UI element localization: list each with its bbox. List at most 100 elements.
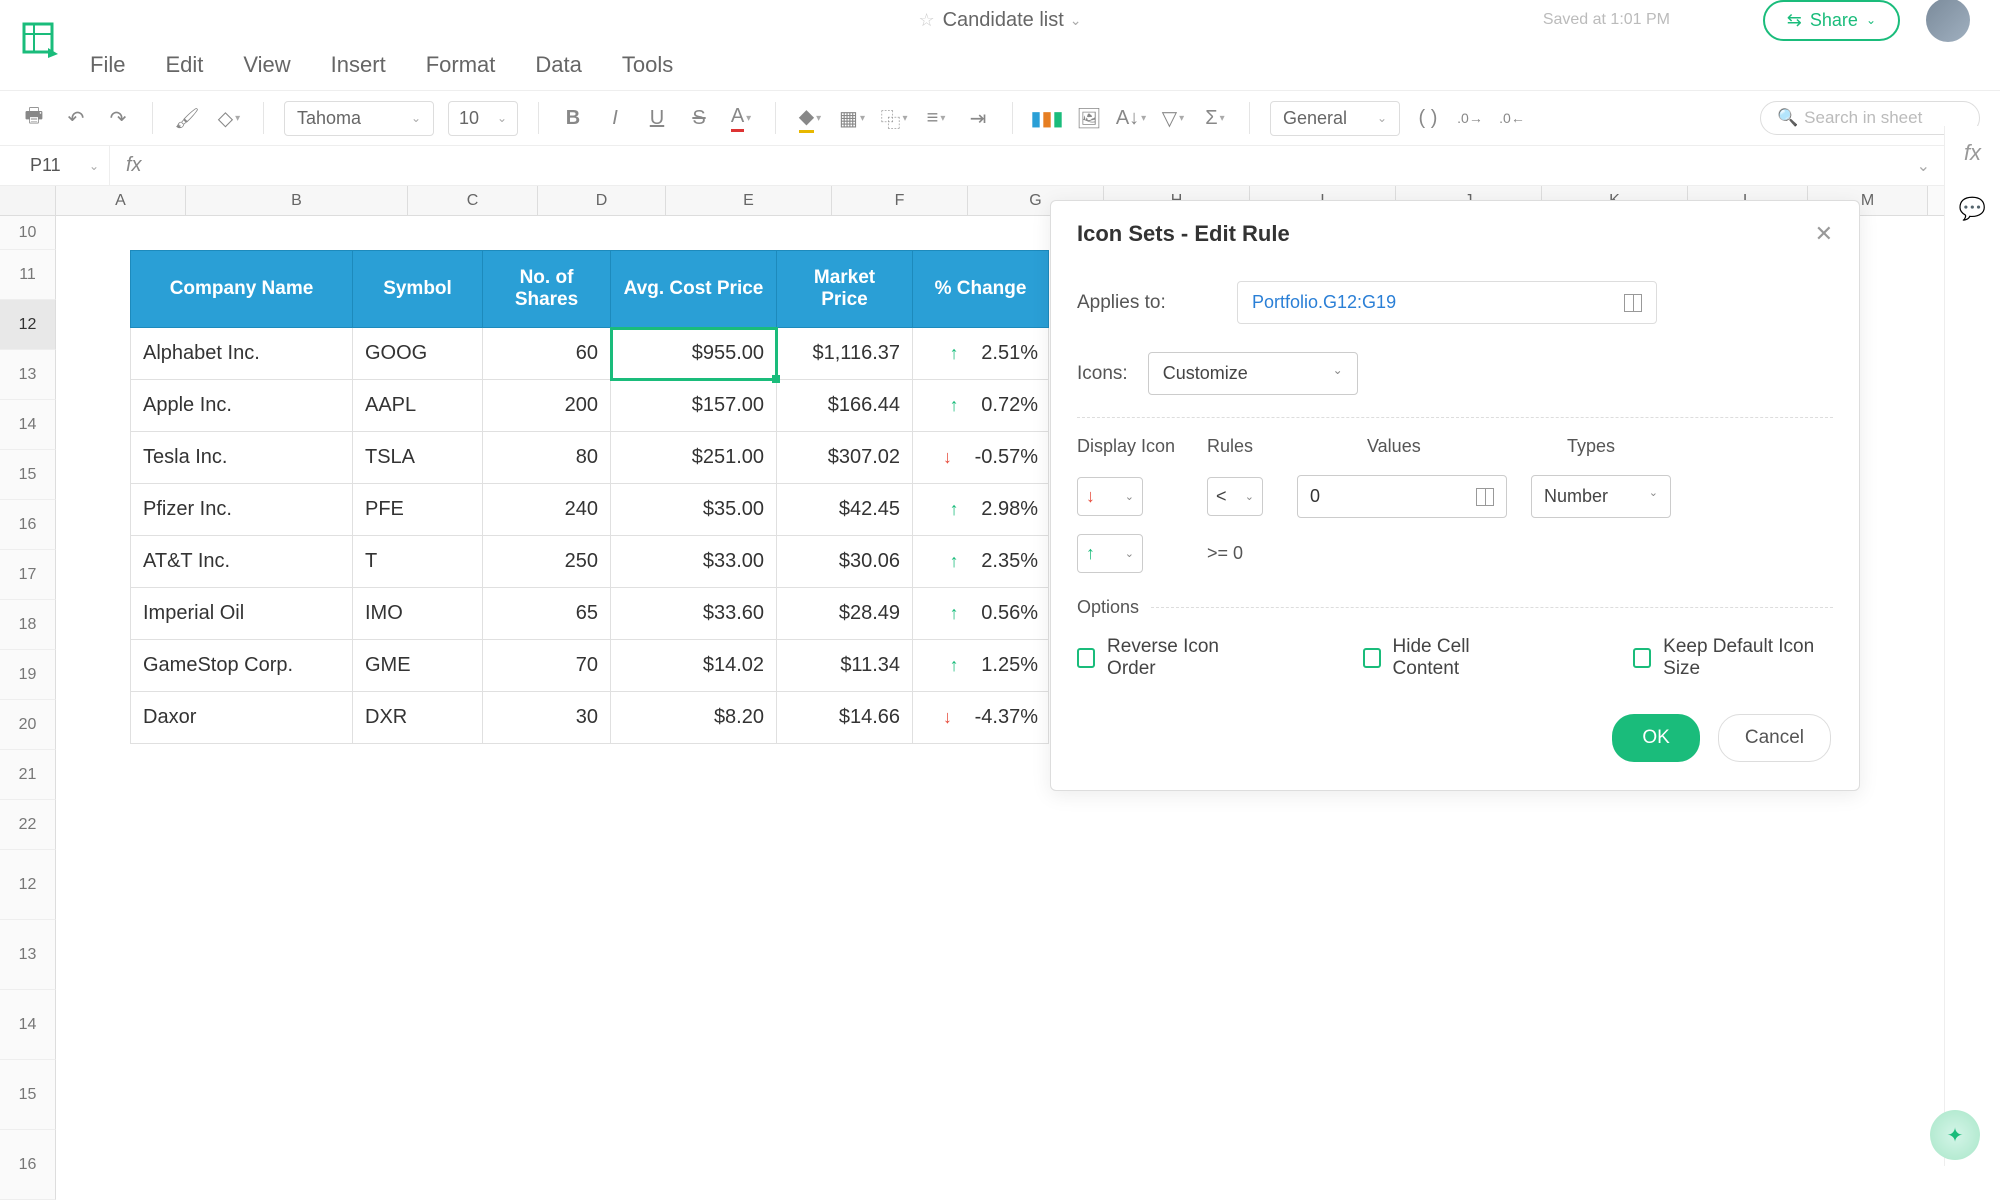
icons-select[interactable]: Customize ⌄ bbox=[1148, 352, 1358, 395]
cell-cost[interactable]: $14.02 bbox=[611, 640, 777, 692]
user-avatar[interactable] bbox=[1926, 0, 1970, 42]
strikethrough-icon[interactable]: S bbox=[685, 104, 713, 132]
clear-format-icon[interactable]: ◇ bbox=[215, 104, 243, 132]
cell-reference-box[interactable]: P11 ⌄ bbox=[0, 146, 110, 185]
number-format-select[interactable]: General⌄ bbox=[1270, 101, 1400, 136]
cell-company[interactable]: GameStop Corp. bbox=[131, 640, 353, 692]
value-input[interactable]: 0 bbox=[1297, 475, 1507, 518]
borders-icon[interactable]: ▦ bbox=[838, 104, 866, 132]
cell-market[interactable]: $1,116.37 bbox=[777, 328, 913, 380]
cell-cost[interactable]: $33.60 bbox=[611, 588, 777, 640]
image-icon[interactable]: 🖼 bbox=[1075, 104, 1103, 132]
cell-symbol[interactable]: DXR bbox=[353, 692, 483, 744]
cell-cost[interactable]: $955.00 bbox=[611, 328, 777, 380]
cell-company[interactable]: Tesla Inc. bbox=[131, 432, 353, 484]
ok-button[interactable]: OK bbox=[1612, 714, 1699, 762]
bold-icon[interactable]: B bbox=[559, 104, 587, 132]
paint-format-icon[interactable]: 🖌 bbox=[173, 104, 201, 132]
cell-shares[interactable]: 80 bbox=[483, 432, 611, 484]
col-header-f[interactable]: F bbox=[832, 186, 968, 215]
applies-to-input[interactable]: Portfolio.G12:G19 bbox=[1237, 281, 1657, 324]
cell-change[interactable]: ↑ 0.56% bbox=[913, 588, 1049, 640]
keep-default-icon-size-checkbox[interactable]: Keep Default Icon Size bbox=[1633, 636, 1833, 680]
cell-cost[interactable]: $35.00 bbox=[611, 484, 777, 536]
cell-cost[interactable]: $33.00 bbox=[611, 536, 777, 588]
cell-company[interactable]: Daxor bbox=[131, 692, 353, 744]
cell-company[interactable]: Imperial Oil bbox=[131, 588, 353, 640]
cell-shares[interactable]: 60 bbox=[483, 328, 611, 380]
cell-shares[interactable]: 200 bbox=[483, 380, 611, 432]
cell-market[interactable]: $166.44 bbox=[777, 380, 913, 432]
cell-company[interactable]: Alphabet Inc. bbox=[131, 328, 353, 380]
col-header-d[interactable]: D bbox=[538, 186, 666, 215]
cell-symbol[interactable]: AAPL bbox=[353, 380, 483, 432]
hide-cell-content-checkbox[interactable]: Hide Cell Content bbox=[1363, 636, 1524, 680]
row-header[interactable]: 12 bbox=[0, 300, 56, 350]
col-header-e[interactable]: E bbox=[666, 186, 832, 215]
close-icon[interactable]: ✕ bbox=[1815, 221, 1833, 247]
row-header[interactable]: 14 bbox=[0, 990, 56, 1060]
range-picker-icon[interactable] bbox=[1624, 294, 1642, 312]
cell-change[interactable]: ↑ 1.25% bbox=[913, 640, 1049, 692]
redo-icon[interactable]: ↷ bbox=[104, 104, 132, 132]
col-header-b[interactable]: B bbox=[186, 186, 408, 215]
range-picker-icon[interactable] bbox=[1476, 488, 1494, 506]
row-header[interactable]: 10 bbox=[0, 216, 56, 250]
select-all-corner[interactable] bbox=[0, 186, 56, 215]
cell-market[interactable]: $42.45 bbox=[777, 484, 913, 536]
print-icon[interactable]: 🖶 bbox=[20, 104, 48, 132]
formula-expand-icon[interactable]: ⌄ bbox=[1917, 156, 1944, 176]
row-header[interactable]: 19 bbox=[0, 650, 56, 700]
menu-view[interactable]: View bbox=[243, 52, 290, 78]
menu-data[interactable]: Data bbox=[535, 52, 581, 78]
row-header[interactable]: 17 bbox=[0, 550, 56, 600]
cell-change[interactable]: ↑ 2.35% bbox=[913, 536, 1049, 588]
parentheses-icon[interactable]: ( ) bbox=[1414, 104, 1442, 132]
row-header[interactable]: 11 bbox=[0, 250, 56, 300]
cell-market[interactable]: $307.02 bbox=[777, 432, 913, 484]
filter-icon[interactable]: ▽ bbox=[1159, 104, 1187, 132]
cell-company[interactable]: Pfizer Inc. bbox=[131, 484, 353, 536]
cell-shares[interactable]: 250 bbox=[483, 536, 611, 588]
font-size-select[interactable]: 10⌄ bbox=[448, 101, 518, 136]
title-chevron-icon[interactable]: ⌄ bbox=[1070, 12, 1082, 29]
cell-cost[interactable]: $8.20 bbox=[611, 692, 777, 744]
cell-market[interactable]: $30.06 bbox=[777, 536, 913, 588]
row-header[interactable]: 15 bbox=[0, 1060, 56, 1130]
row-header[interactable]: 15 bbox=[0, 450, 56, 500]
menu-file[interactable]: File bbox=[90, 52, 125, 78]
sort-icon[interactable]: A↓ bbox=[1117, 104, 1145, 132]
row-header[interactable]: 16 bbox=[0, 500, 56, 550]
display-icon-picker[interactable]: ↓ ⌄ bbox=[1077, 477, 1143, 516]
table-header[interactable]: No. of Shares bbox=[483, 251, 611, 328]
row-header[interactable]: 18 bbox=[0, 600, 56, 650]
cell-cost[interactable]: $251.00 bbox=[611, 432, 777, 484]
table-header[interactable]: Symbol bbox=[353, 251, 483, 328]
comments-panel-icon[interactable]: 💬 bbox=[1959, 196, 1986, 222]
cancel-button[interactable]: Cancel bbox=[1718, 714, 1831, 762]
cell-change[interactable]: ↑ 2.51% bbox=[913, 328, 1049, 380]
cell-market[interactable]: $11.34 bbox=[777, 640, 913, 692]
menu-edit[interactable]: Edit bbox=[165, 52, 203, 78]
cell-shares[interactable]: 240 bbox=[483, 484, 611, 536]
row-header[interactable]: 16 bbox=[0, 1130, 56, 1200]
undo-icon[interactable]: ↶ bbox=[62, 104, 90, 132]
underline-icon[interactable]: U bbox=[643, 104, 671, 132]
col-header-c[interactable]: C bbox=[408, 186, 538, 215]
cell-shares[interactable]: 70 bbox=[483, 640, 611, 692]
menu-insert[interactable]: Insert bbox=[331, 52, 386, 78]
italic-icon[interactable]: I bbox=[601, 104, 629, 132]
cell-cost[interactable]: $157.00 bbox=[611, 380, 777, 432]
table-header[interactable]: % Change bbox=[913, 251, 1049, 328]
fill-color-icon[interactable]: ◆ bbox=[796, 104, 824, 132]
cell-market[interactable]: $14.66 bbox=[777, 692, 913, 744]
col-header-a[interactable]: A bbox=[56, 186, 186, 215]
cell-symbol[interactable]: GME bbox=[353, 640, 483, 692]
cell-symbol[interactable]: TSLA bbox=[353, 432, 483, 484]
wrap-icon[interactable]: ⇥ bbox=[964, 104, 992, 132]
operator-select[interactable]: < ⌄ bbox=[1207, 477, 1263, 516]
cell-shares[interactable]: 65 bbox=[483, 588, 611, 640]
share-button[interactable]: ⇆ Share ⌄ bbox=[1763, 0, 1900, 41]
table-header[interactable]: Company Name bbox=[131, 251, 353, 328]
merge-icon[interactable]: ⿻ bbox=[880, 104, 908, 132]
